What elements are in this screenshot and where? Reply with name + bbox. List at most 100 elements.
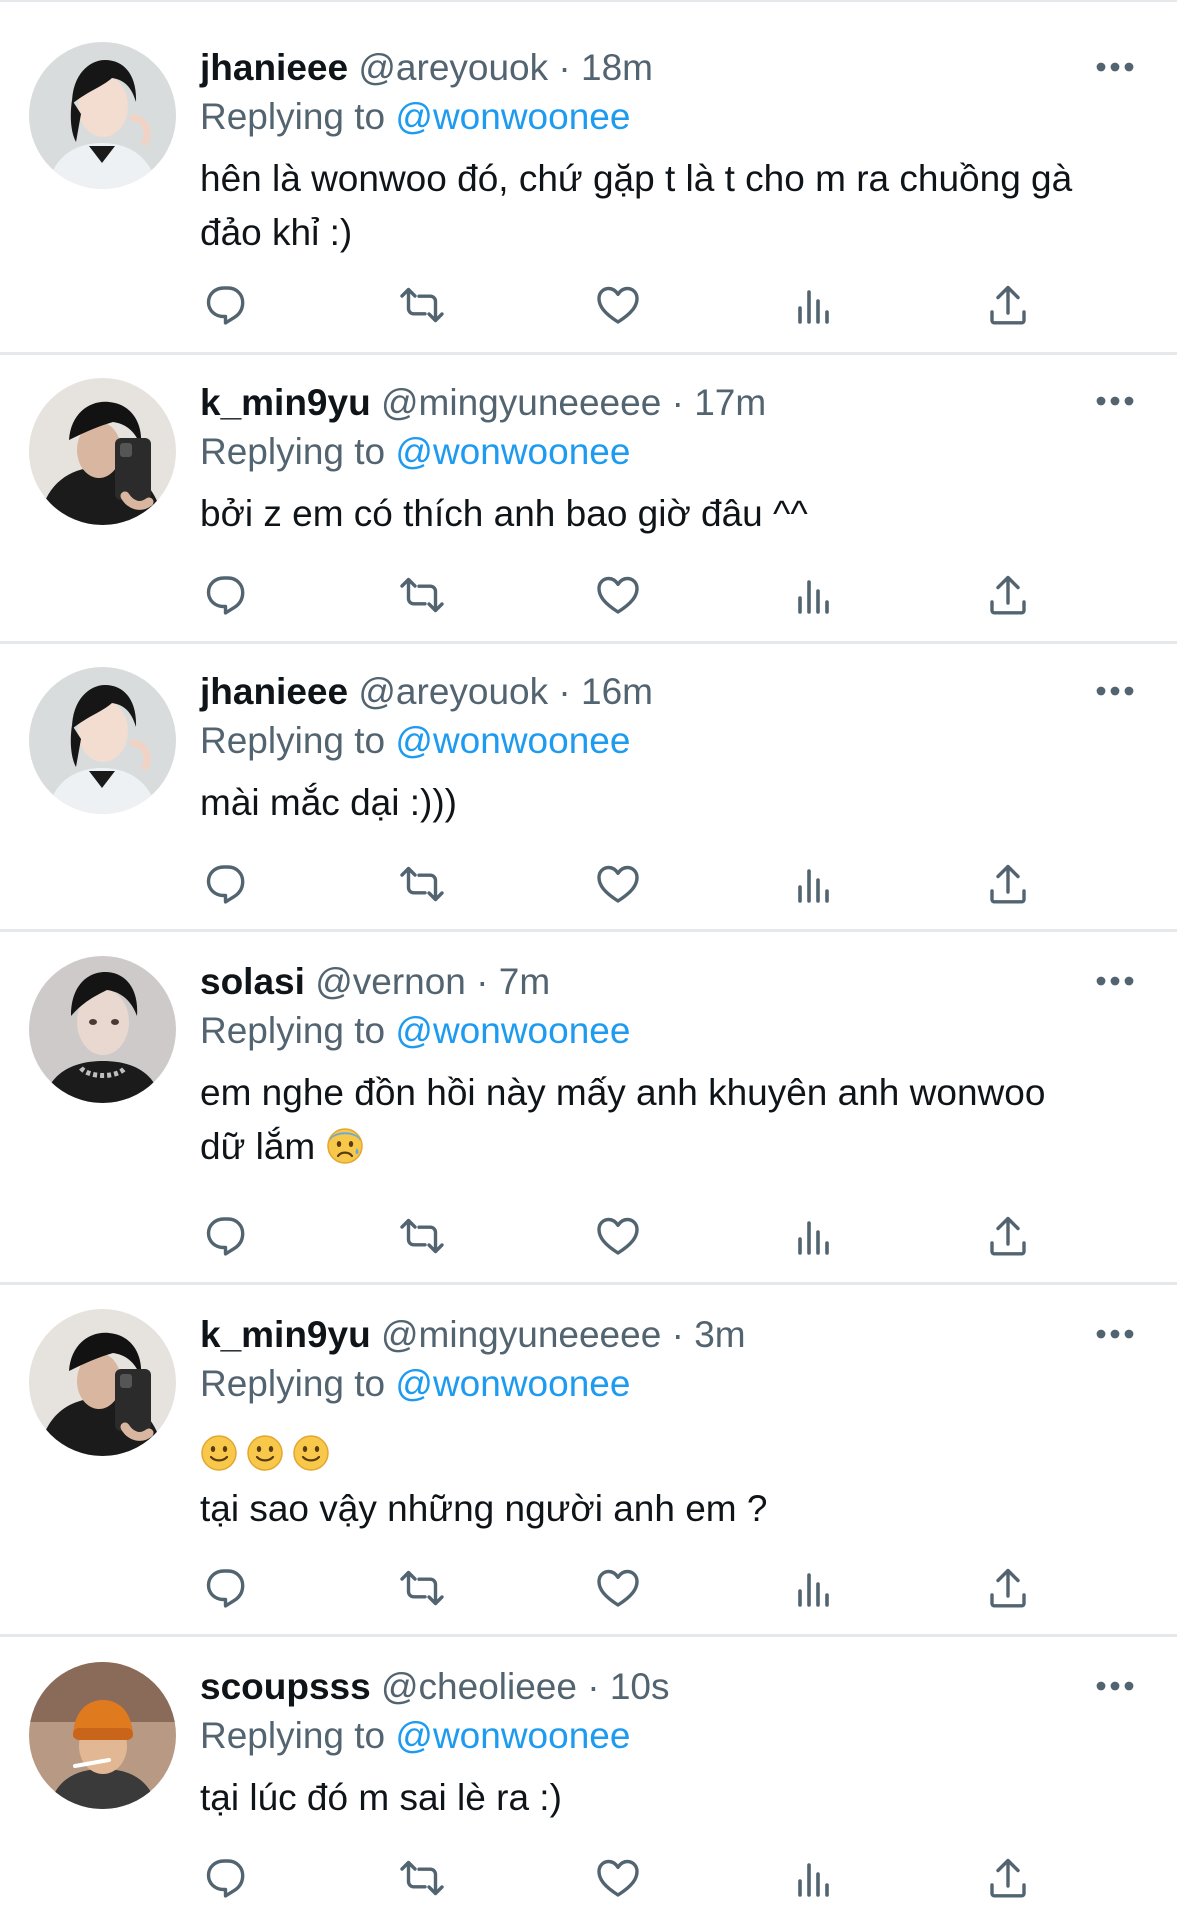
avatar[interactable] bbox=[29, 1309, 176, 1456]
share-icon[interactable] bbox=[980, 1208, 1036, 1264]
like-icon[interactable] bbox=[590, 1560, 646, 1616]
tweet-actions bbox=[200, 1208, 1080, 1264]
views-icon[interactable] bbox=[786, 1208, 842, 1264]
like-icon[interactable] bbox=[590, 277, 646, 333]
share-icon[interactable] bbox=[980, 1560, 1036, 1616]
slightly-smiling-face-emoji bbox=[200, 1434, 238, 1472]
retweet-icon[interactable] bbox=[394, 856, 450, 912]
more-options-icon[interactable] bbox=[1095, 1679, 1135, 1693]
replying-to-label: Replying to bbox=[200, 431, 386, 472]
replying-to-handle[interactable]: @wonwoonee bbox=[395, 96, 630, 137]
user-handle[interactable]: @mingyuneeeee bbox=[381, 382, 661, 423]
tweet-text: tại sao vậy những người anh em ? bbox=[200, 1482, 1140, 1536]
tweet-actions bbox=[200, 856, 1080, 912]
views-icon[interactable] bbox=[786, 277, 842, 333]
tweet-header: solasi @vernon · 7m bbox=[200, 957, 550, 1007]
slightly-smiling-face-emoji bbox=[292, 1434, 330, 1472]
meta-separator: · bbox=[558, 671, 571, 712]
timestamp[interactable]: 7m bbox=[499, 961, 550, 1002]
share-icon[interactable] bbox=[980, 1850, 1036, 1906]
more-options-icon[interactable] bbox=[1095, 684, 1135, 698]
timestamp[interactable]: 16m bbox=[581, 671, 653, 712]
avatar[interactable] bbox=[29, 956, 176, 1103]
tweet-text-line: mài mắc dại :))) bbox=[200, 782, 457, 823]
avatar[interactable] bbox=[29, 378, 176, 525]
share-icon[interactable] bbox=[980, 567, 1036, 623]
views-icon[interactable] bbox=[786, 1560, 842, 1616]
tweet-text: bởi z em có thích anh bao giờ đâu ^^ bbox=[200, 487, 1140, 541]
tweet-text-line: bởi z em có thích anh bao giờ đâu ^^ bbox=[200, 493, 808, 534]
replying-to-handle[interactable]: @wonwoonee bbox=[395, 1363, 630, 1404]
user-handle[interactable]: @vernon bbox=[315, 961, 466, 1002]
slightly-smiling-face-emoji bbox=[246, 1434, 284, 1472]
user-handle[interactable]: @cheolieee bbox=[381, 1666, 577, 1707]
views-icon[interactable] bbox=[786, 856, 842, 912]
timestamp[interactable]: 3m bbox=[694, 1314, 745, 1355]
more-options-icon[interactable] bbox=[1095, 60, 1135, 74]
replying-to: Replying to @wonwoonee bbox=[200, 427, 630, 477]
meta-separator: · bbox=[671, 1314, 684, 1355]
user-handle[interactable]: @mingyuneeeee bbox=[381, 1314, 661, 1355]
more-options-icon[interactable] bbox=[1095, 1327, 1135, 1341]
tweet-header: jhanieee @areyouok · 18m bbox=[200, 43, 653, 93]
replying-to-handle[interactable]: @wonwoonee bbox=[395, 1715, 630, 1756]
tweet-header: scoupsss @cheolieee · 10s bbox=[200, 1662, 670, 1712]
avatar[interactable] bbox=[29, 42, 176, 189]
tweet-text-line: hên là wonwoo đó, chứ gặp t là t cho m r… bbox=[200, 158, 1073, 199]
retweet-icon[interactable] bbox=[394, 1560, 450, 1616]
replying-to-label: Replying to bbox=[200, 1363, 386, 1404]
avatar[interactable] bbox=[29, 667, 176, 814]
tweet-divider bbox=[0, 641, 1177, 644]
replying-to-label: Replying to bbox=[200, 1715, 386, 1756]
like-icon[interactable] bbox=[590, 856, 646, 912]
display-name[interactable]: jhanieee bbox=[200, 671, 348, 712]
replying-to: Replying to @wonwoonee bbox=[200, 716, 630, 766]
views-icon[interactable] bbox=[786, 567, 842, 623]
more-options-icon[interactable] bbox=[1095, 394, 1135, 408]
reply-icon[interactable] bbox=[200, 567, 256, 623]
views-icon[interactable] bbox=[786, 1850, 842, 1906]
meta-separator: · bbox=[476, 961, 489, 1002]
like-icon[interactable] bbox=[590, 1850, 646, 1906]
like-icon[interactable] bbox=[590, 567, 646, 623]
reply-thread: jhanieee @areyouok · 18m Replying to @wo… bbox=[0, 0, 1177, 1920]
replying-to-handle[interactable]: @wonwoonee bbox=[395, 720, 630, 761]
top-divider bbox=[0, 0, 1177, 2]
reply-icon[interactable] bbox=[200, 277, 256, 333]
reply-icon[interactable] bbox=[200, 1208, 256, 1264]
replying-to-handle[interactable]: @wonwoonee bbox=[395, 431, 630, 472]
tweet-divider bbox=[0, 929, 1177, 932]
tweet-actions bbox=[200, 567, 1080, 623]
display-name[interactable]: jhanieee bbox=[200, 47, 348, 88]
replying-to: Replying to @wonwoonee bbox=[200, 1711, 630, 1761]
tweet-text: em nghe đồn hồi này mấy anh khuyên anh w… bbox=[200, 1066, 1140, 1174]
retweet-icon[interactable] bbox=[394, 1850, 450, 1906]
retweet-icon[interactable] bbox=[394, 277, 450, 333]
tweet-actions bbox=[200, 1560, 1080, 1616]
timestamp[interactable]: 10s bbox=[610, 1666, 670, 1707]
user-handle[interactable]: @areyouok bbox=[358, 47, 548, 88]
reply-icon[interactable] bbox=[200, 1850, 256, 1906]
share-icon[interactable] bbox=[980, 856, 1036, 912]
timestamp[interactable]: 18m bbox=[581, 47, 653, 88]
tweet-text-line-with-emoji: dữ lắm bbox=[200, 1120, 1140, 1174]
tweet-text-line: em nghe đồn hồi này mấy anh khuyên anh w… bbox=[200, 1072, 1046, 1113]
avatar[interactable] bbox=[29, 1662, 176, 1809]
display-name[interactable]: scoupsss bbox=[200, 1666, 371, 1707]
reply-icon[interactable] bbox=[200, 1560, 256, 1616]
timestamp[interactable]: 17m bbox=[694, 382, 766, 423]
like-icon[interactable] bbox=[590, 1208, 646, 1264]
tweet-divider bbox=[0, 352, 1177, 355]
user-handle[interactable]: @areyouok bbox=[358, 671, 548, 712]
replying-to-handle[interactable]: @wonwoonee bbox=[395, 1010, 630, 1051]
display-name[interactable]: k_min9yu bbox=[200, 1314, 371, 1355]
tweet-divider bbox=[0, 1282, 1177, 1285]
retweet-icon[interactable] bbox=[394, 1208, 450, 1264]
tweet-actions bbox=[200, 1850, 1080, 1906]
more-options-icon[interactable] bbox=[1095, 974, 1135, 988]
retweet-icon[interactable] bbox=[394, 567, 450, 623]
share-icon[interactable] bbox=[980, 277, 1036, 333]
display-name[interactable]: k_min9yu bbox=[200, 382, 371, 423]
display-name[interactable]: solasi bbox=[200, 961, 305, 1002]
reply-icon[interactable] bbox=[200, 856, 256, 912]
